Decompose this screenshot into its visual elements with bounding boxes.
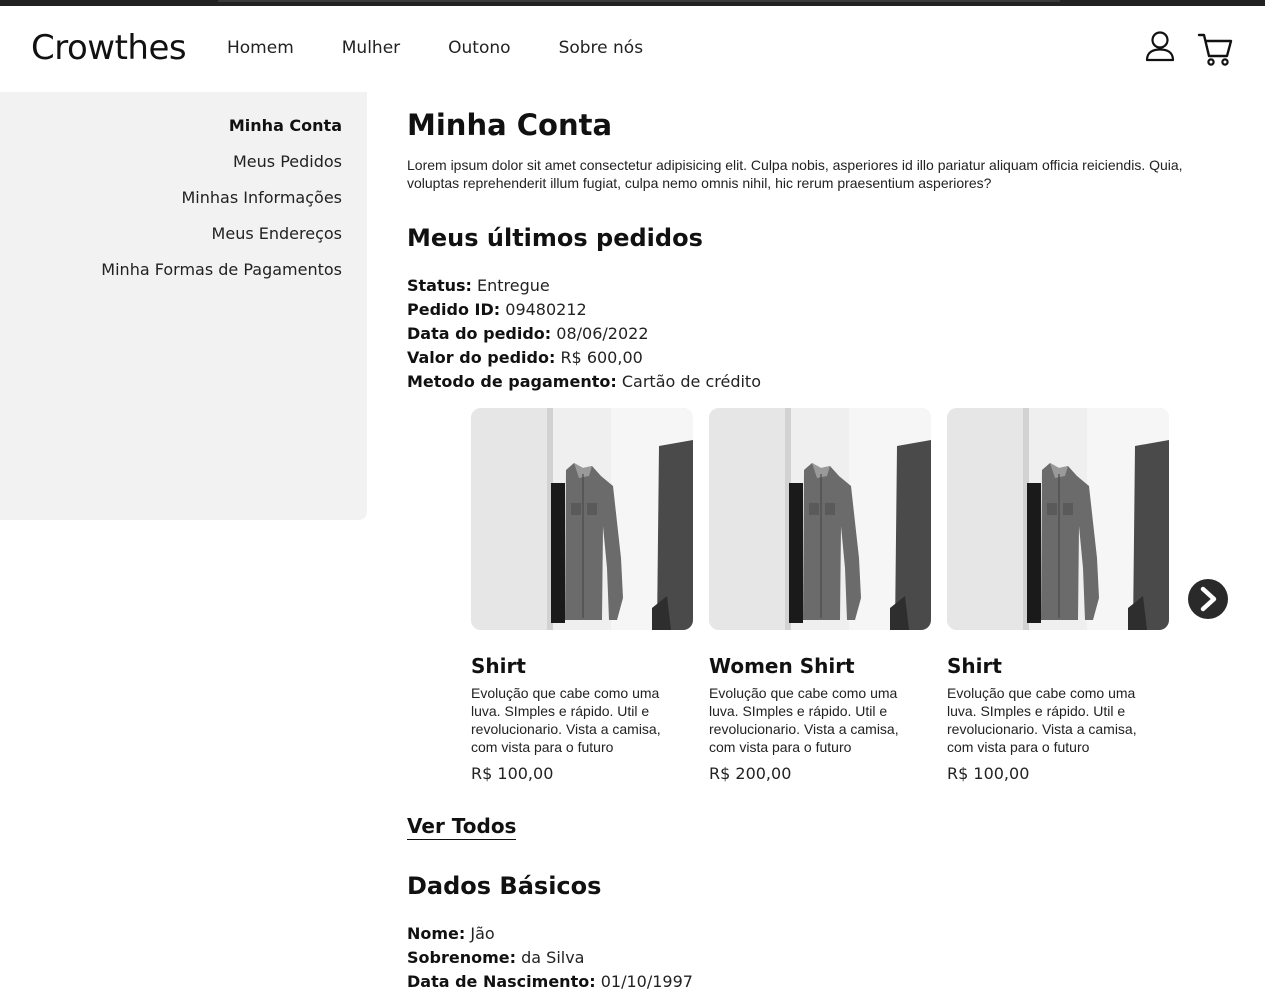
sidebar-item-meus-enderecos[interactable]: Meus Endereços: [101, 224, 342, 244]
basic-data-title: Dados Básicos: [407, 872, 602, 900]
nav-sobre-nos[interactable]: Sobre nós: [559, 38, 644, 58]
order-payment-label: Metodo de pagamento:: [407, 372, 617, 391]
product-image: [709, 408, 931, 630]
order-id-value: 09480212: [505, 300, 587, 319]
see-all-link[interactable]: Ver Todos: [407, 814, 517, 840]
product-price: R$ 100,00: [471, 764, 554, 783]
product-name: Shirt: [471, 654, 526, 678]
top-bar-highlight: [218, 0, 1060, 2]
basic-name-value: Jão: [470, 924, 495, 943]
order-value-value: R$ 600,00: [560, 348, 643, 367]
order-details: Status: Entregue Pedido ID: 09480212 Dat…: [407, 274, 761, 394]
cart-icon[interactable]: [1196, 30, 1234, 73]
chevron-right-icon: [1188, 579, 1228, 619]
order-status-value: Entregue: [477, 276, 550, 295]
products-carousel: Shirt Evolução que cabe como uma luva. S…: [471, 408, 1241, 788]
user-icon[interactable]: [1144, 30, 1176, 69]
basic-birthdate: Data de Nascimento: 01/10/1997: [407, 970, 693, 994]
product-card[interactable]: Shirt Evolução que cabe como uma luva. S…: [947, 408, 1169, 783]
basic-birthdate-label: Data de Nascimento:: [407, 972, 596, 991]
logo[interactable]: Crowthes: [31, 28, 187, 68]
product-name: Shirt: [947, 654, 1002, 678]
sidebar-item-formas-pagamento[interactable]: Minha Formas de Pagamentos: [101, 260, 342, 280]
sidebar-item-minhas-informacoes[interactable]: Minhas Informações: [101, 188, 343, 208]
order-date-label: Data do pedido:: [407, 324, 552, 343]
basic-details: Nome: Jão Sobrenome: da Silva Data de Na…: [407, 922, 693, 994]
product-description: Evolução que cabe como uma luva. SImples…: [947, 685, 1137, 755]
product-card[interactable]: Women Shirt Evolução que cabe como uma l…: [709, 408, 931, 783]
order-date-value: 08/06/2022: [556, 324, 649, 343]
basic-name: Nome: Jão: [407, 922, 693, 946]
carousel-next-button[interactable]: [1187, 578, 1229, 620]
product-price: R$ 200,00: [709, 764, 792, 783]
nav-mulher[interactable]: Mulher: [342, 38, 400, 58]
basic-surname-label: Sobrenome:: [407, 948, 517, 967]
product-description: Evolução que cabe como uma luva. SImples…: [709, 685, 899, 755]
site-header: Crowthes Homem Mulher Outono Sobre nós: [0, 6, 1265, 92]
order-payment: Metodo de pagamento: Cartão de crédito: [407, 370, 761, 394]
intro-text: Lorem ipsum dolor sit amet consectetur a…: [407, 157, 1183, 191]
order-date: Data do pedido: 08/06/2022: [407, 322, 761, 346]
order-id-label: Pedido ID:: [407, 300, 501, 319]
nav-outono[interactable]: Outono: [448, 38, 510, 58]
product-description: Evolução que cabe como uma luva. SImples…: [471, 685, 661, 755]
sidebar-item-minha-conta[interactable]: Minha Conta: [101, 116, 342, 136]
page-title: Minha Conta: [407, 108, 613, 142]
orders-title: Meus últimos pedidos: [407, 224, 703, 252]
basic-name-label: Nome:: [407, 924, 466, 943]
account-sidebar: Minha Conta Meus Pedidos Minhas Informaç…: [0, 92, 367, 520]
product-price: R$ 100,00: [947, 764, 1030, 783]
nav-homem[interactable]: Homem: [227, 38, 294, 58]
basic-birthdate-value: 01/10/1997: [600, 972, 693, 991]
order-value-label: Valor do pedido:: [407, 348, 556, 367]
basic-surname-value: da Silva: [521, 948, 585, 967]
product-image: [947, 408, 1169, 630]
basic-surname: Sobrenome: da Silva: [407, 946, 693, 970]
product-card[interactable]: Shirt Evolução que cabe como uma luva. S…: [471, 408, 693, 783]
order-status-label: Status:: [407, 276, 472, 295]
order-payment-value: Cartão de crédito: [621, 372, 761, 391]
main-nav: Homem Mulher Outono Sobre nós: [227, 38, 691, 58]
order-value: Valor do pedido: R$ 600,00: [407, 346, 761, 370]
product-image: [471, 408, 693, 630]
product-name: Women Shirt: [709, 654, 855, 678]
order-status: Status: Entregue: [407, 274, 761, 298]
order-id: Pedido ID: 09480212: [407, 298, 761, 322]
sidebar-item-meus-pedidos[interactable]: Meus Pedidos: [101, 152, 342, 172]
